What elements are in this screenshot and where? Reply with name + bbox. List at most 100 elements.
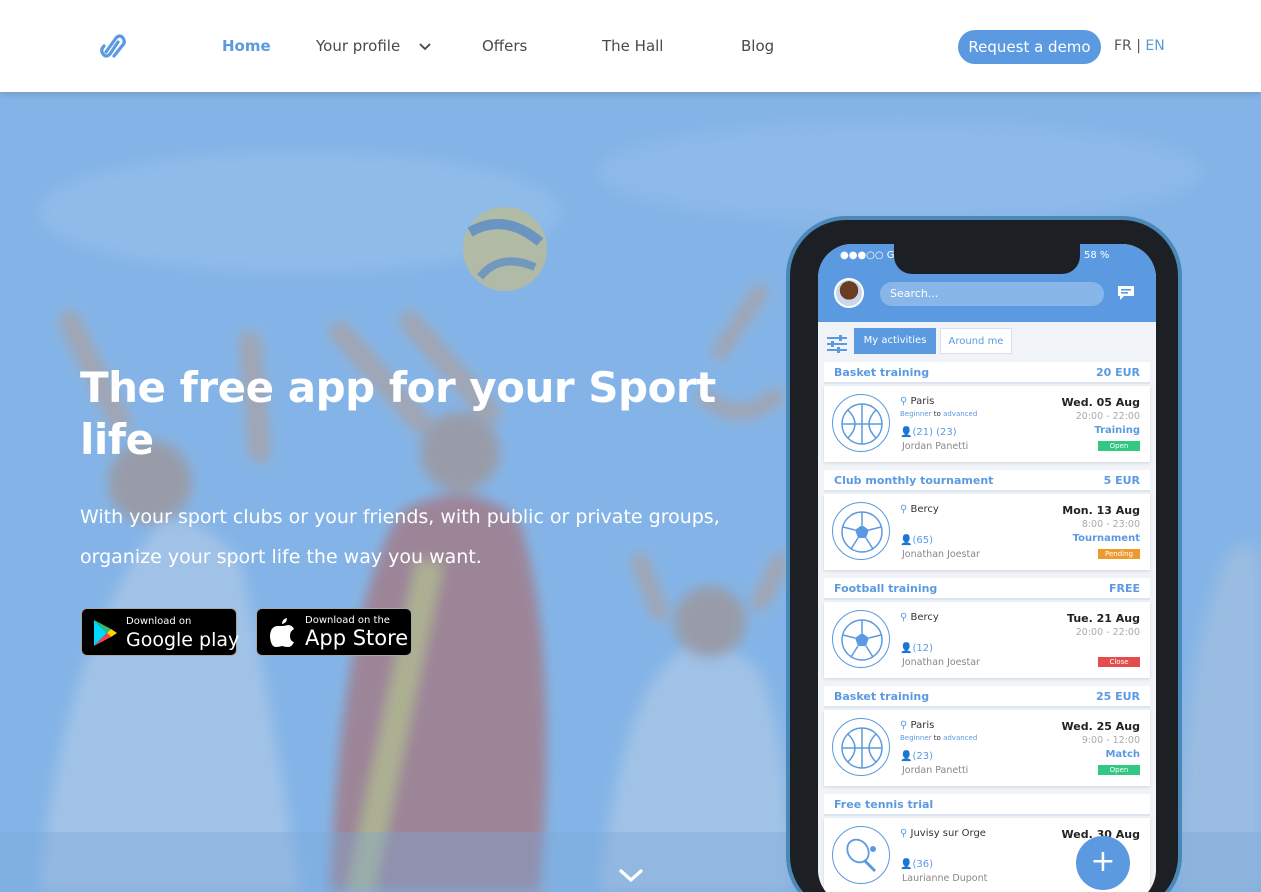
google-play-icon: [94, 620, 117, 646]
level-to: advanced: [943, 410, 978, 418]
basketball-icon: [832, 394, 890, 452]
nav-offers[interactable]: Offers: [482, 37, 527, 55]
activity-location-text: Paris: [910, 396, 935, 407]
activity-players-count: (12): [912, 643, 933, 654]
activity-level: Beginner to advanced: [900, 410, 977, 418]
football-icon: [832, 610, 890, 668]
request-demo-button[interactable]: Request a demo: [958, 30, 1101, 64]
scroll-down-icon[interactable]: [618, 868, 644, 884]
activity-card-body: ⚲ Paris Beginner to advanced 👤(21) (23) Jor…: [824, 386, 1150, 462]
activity-location-text: Paris: [910, 720, 935, 731]
message-icon[interactable]: [1116, 284, 1136, 302]
battery-label: 58 %: [1084, 250, 1110, 261]
logo-icon[interactable]: [96, 30, 128, 62]
activity-card-body: ⚲ Bercy 👤(12) Jonathan Joestar Tue. 21 Aug 2…: [824, 602, 1150, 678]
activity-players: 👤(36): [900, 859, 933, 870]
level-to: advanced: [943, 734, 978, 742]
activity-type: Training: [1094, 425, 1140, 436]
activity-title: Club monthly tournament: [834, 474, 994, 487]
search-input[interactable]: Search...: [880, 282, 1104, 306]
carrier-label: ●●●○○ GS: [840, 250, 901, 261]
activity-card[interactable]: Club monthly tournament 5 EUR ⚲ Bercy 👤(65)…: [824, 470, 1150, 570]
activity-players-count: (23): [912, 751, 933, 762]
status-badge: Pending: [1098, 549, 1140, 559]
app-store-button[interactable]: Download on the App Store: [256, 608, 412, 656]
nav-the-hall[interactable]: The Hall: [602, 37, 663, 55]
tab-my-activities[interactable]: My activities: [854, 328, 936, 354]
activity-date: Tue. 21 Aug: [1067, 612, 1140, 625]
activity-card[interactable]: Football training FREE ⚲ Bercy 👤(12) Jonatha…: [824, 578, 1150, 678]
activity-type: Match: [1105, 749, 1140, 760]
activity-card-body: ⚲ Paris Beginner to advanced 👤(23) Jordan P…: [824, 710, 1150, 786]
activity-title: Free tennis trial: [834, 798, 934, 811]
app-store-big-text: App Store: [305, 626, 409, 650]
phone-notch: [894, 244, 1080, 274]
activity-card-header: Basket training 25 EUR: [824, 686, 1150, 708]
activity-location-text: Bercy: [910, 504, 939, 515]
level-to-word: to: [933, 410, 941, 418]
activity-players-count: (65): [912, 535, 933, 546]
language-switcher: FR | EN: [1114, 38, 1165, 54]
activity-time: 8:00 - 23:00: [1081, 519, 1140, 530]
chevron-down-icon: [419, 42, 431, 50]
location-pin-icon: ⚲: [900, 612, 908, 623]
status-badge: Open: [1098, 765, 1140, 775]
activity-location-text: Bercy: [910, 612, 939, 623]
status-badge: Open: [1098, 441, 1140, 451]
user-icon: 👤: [900, 535, 913, 546]
activity-card-header: Football training FREE: [824, 578, 1150, 600]
nav-your-profile-label: Your profile: [316, 37, 401, 55]
add-activity-button[interactable]: +: [1076, 836, 1130, 890]
hero-subtitle: With your sport clubs or your friends, w…: [80, 506, 720, 568]
location-pin-icon: ⚲: [900, 828, 908, 839]
lang-fr-link[interactable]: FR: [1114, 38, 1132, 54]
activity-host: Jonathan Joestar: [902, 549, 980, 560]
activity-players-count: (21) (23): [912, 427, 957, 438]
user-icon: 👤: [900, 751, 913, 762]
activity-title: Basket training: [834, 366, 930, 379]
activity-location: ⚲ Bercy: [900, 612, 939, 623]
activity-host: Laurianne Dupont: [902, 873, 988, 884]
status-badge: Close: [1098, 657, 1140, 667]
location-pin-icon: ⚲: [900, 396, 908, 407]
tennis-icon: [832, 826, 890, 884]
activity-date: Wed. 05 Aug: [1061, 396, 1140, 409]
activity-title: Basket training: [834, 690, 930, 703]
activity-time: 20:00 - 22:00: [1075, 411, 1140, 422]
activity-host: Jordan Panetti: [902, 441, 969, 452]
phone-screen: ●●●○○ GS 58 % Search... My activities Ar…: [818, 244, 1156, 892]
activity-price: FREE: [1108, 582, 1140, 595]
filter-icon[interactable]: [826, 334, 848, 354]
activity-card[interactable]: Basket training 25 EUR ⚲ Paris Beginner to …: [824, 686, 1150, 786]
user-icon: 👤: [900, 427, 913, 438]
activity-card-body: ⚲ Bercy 👤(65) Jonathan Joestar Mon. 13 Aug 8…: [824, 494, 1150, 570]
activity-price: 25 EUR: [1095, 690, 1140, 703]
google-play-button[interactable]: Download on Google play: [81, 608, 239, 656]
user-icon: 👤: [900, 643, 913, 654]
app-store-small-text: Download on the: [305, 615, 390, 626]
activity-players: 👤(65): [900, 535, 933, 546]
football-icon: [832, 502, 890, 560]
activity-price: 20 EUR: [1095, 366, 1140, 379]
user-icon: 👤: [900, 859, 913, 870]
activity-type: Tournament: [1072, 533, 1140, 544]
activity-time: 9:00 - 12:00: [1081, 735, 1140, 746]
lang-separator: |: [1136, 38, 1141, 54]
nav-your-profile[interactable]: Your profile: [316, 37, 431, 55]
nav-blog[interactable]: Blog: [741, 37, 774, 55]
avatar[interactable]: [834, 278, 864, 308]
activity-location: ⚲ Bercy: [900, 504, 939, 515]
phone-mockup: ●●●○○ GS 58 % Search... My activities Ar…: [786, 216, 1182, 892]
lang-en-link[interactable]: EN: [1145, 38, 1164, 54]
apple-icon: [270, 618, 294, 647]
nav-home[interactable]: Home: [222, 37, 271, 55]
activity-players-count: (36): [912, 859, 933, 870]
activity-card-header: Free tennis trial: [824, 794, 1150, 816]
basketball-icon: [832, 718, 890, 776]
location-pin-icon: ⚲: [900, 504, 908, 515]
tab-around-me[interactable]: Around me: [940, 328, 1012, 354]
activity-card-header: Basket training 20 EUR: [824, 362, 1150, 384]
hero-title: The free app for your Sport life: [80, 363, 716, 464]
level-from: Beginner: [900, 410, 932, 418]
activity-card[interactable]: Basket training 20 EUR ⚲ Paris Beginner to …: [824, 362, 1150, 462]
